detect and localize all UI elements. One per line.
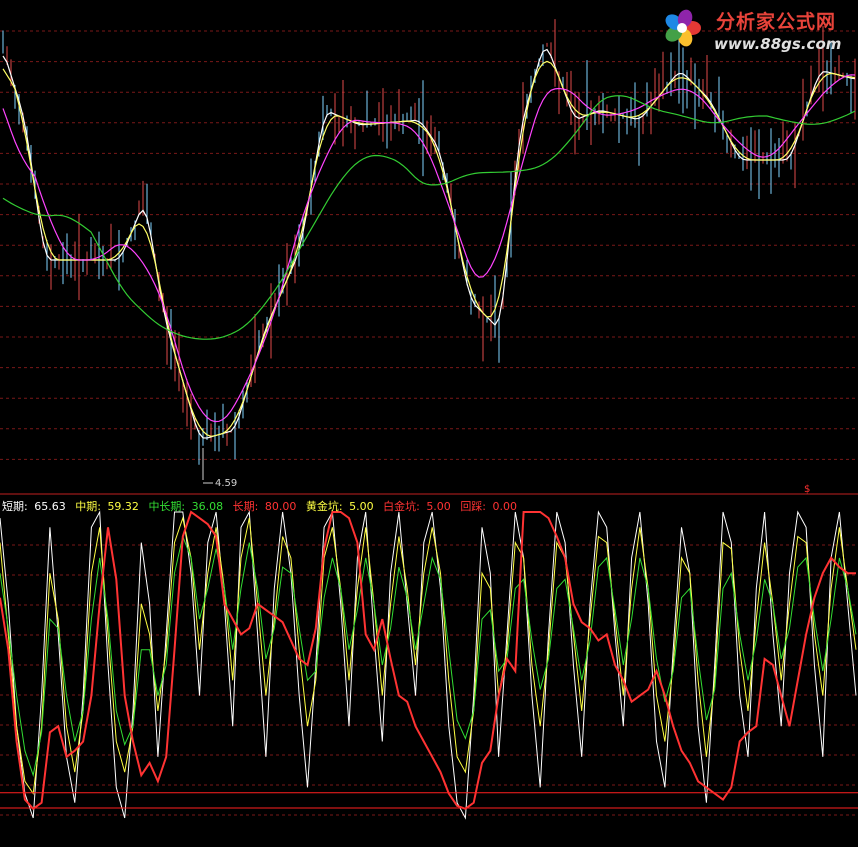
site-logo: 分析家公式网 www.88gs.com [656, 4, 854, 56]
price-low-label: 4.59 [215, 478, 238, 489]
legend-item-gold-pit: 黄金坑: 5.00 [305, 500, 374, 513]
price-panel-gridlines [0, 30, 858, 460]
price-line-longer [2, 95, 856, 340]
legend-item-pullback: 回踩: 0.00 [460, 500, 518, 513]
logo-center [677, 23, 687, 33]
indicator-threshold-lines [0, 792, 858, 809]
low-price-marker [202, 448, 213, 484]
legend-item-midlong: 中长期: 36.08 [148, 500, 224, 513]
chart-stage [0, 19, 858, 820]
price-line-short [2, 48, 856, 439]
signal-marker: $ [804, 484, 811, 495]
indicator-panel-gridlines [0, 544, 858, 816]
flower-logo-icon [665, 9, 701, 47]
indicator-legend: 短期: 65.63 中期: 59.32 中长期: 36.08 长期: 80.00… [2, 498, 523, 514]
indicator-series [0, 516, 857, 795]
price-moving-averages [2, 48, 856, 439]
indicator-series [0, 534, 857, 778]
legend-item-platinum-pit: 白金坑: 5.00 [383, 500, 451, 513]
legend-item-long: 长期: 80.00 [232, 500, 297, 513]
logo-title: 分析家公式网 [716, 11, 837, 33]
price-line-long [2, 74, 856, 423]
legend-item-short: 短期: 65.63 [2, 500, 66, 513]
legend-item-mid: 中期: 59.32 [75, 500, 139, 513]
logo-url: www.88gs.com [714, 35, 842, 53]
